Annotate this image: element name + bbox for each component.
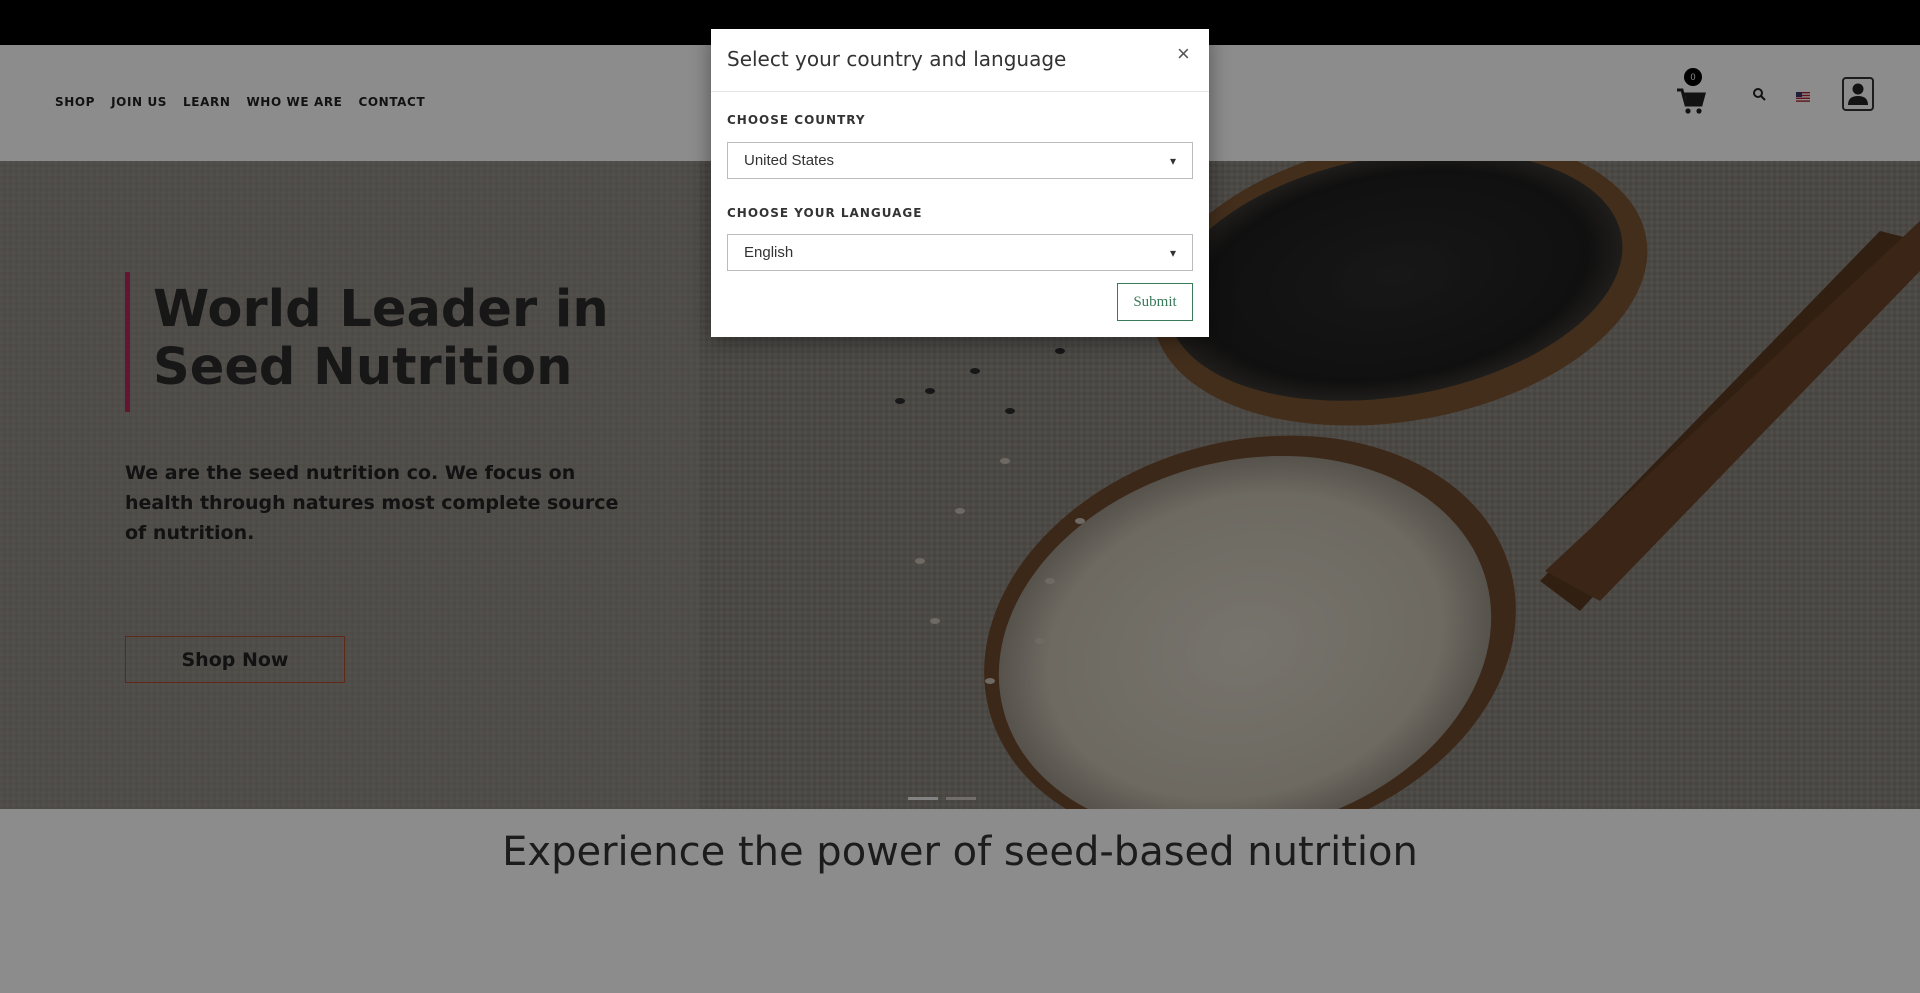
language-select[interactable]: English ▾ (727, 234, 1193, 271)
language-label: CHOOSE YOUR LANGUAGE (727, 206, 923, 220)
chevron-down-icon: ▾ (1169, 153, 1176, 168)
modal-header: Select your country and language × (711, 29, 1209, 92)
country-language-modal: Select your country and language × CHOOS… (711, 29, 1209, 337)
language-select-value: English (744, 244, 794, 261)
country-select[interactable]: United States ▾ (727, 142, 1193, 179)
country-select-value: United States (744, 152, 835, 169)
chevron-down-icon: ▾ (1169, 245, 1176, 260)
modal-title: Select your country and language (727, 47, 1067, 71)
country-label: CHOOSE COUNTRY (727, 113, 866, 127)
close-icon[interactable]: × (1177, 41, 1190, 67)
submit-button[interactable]: Submit (1117, 283, 1193, 321)
